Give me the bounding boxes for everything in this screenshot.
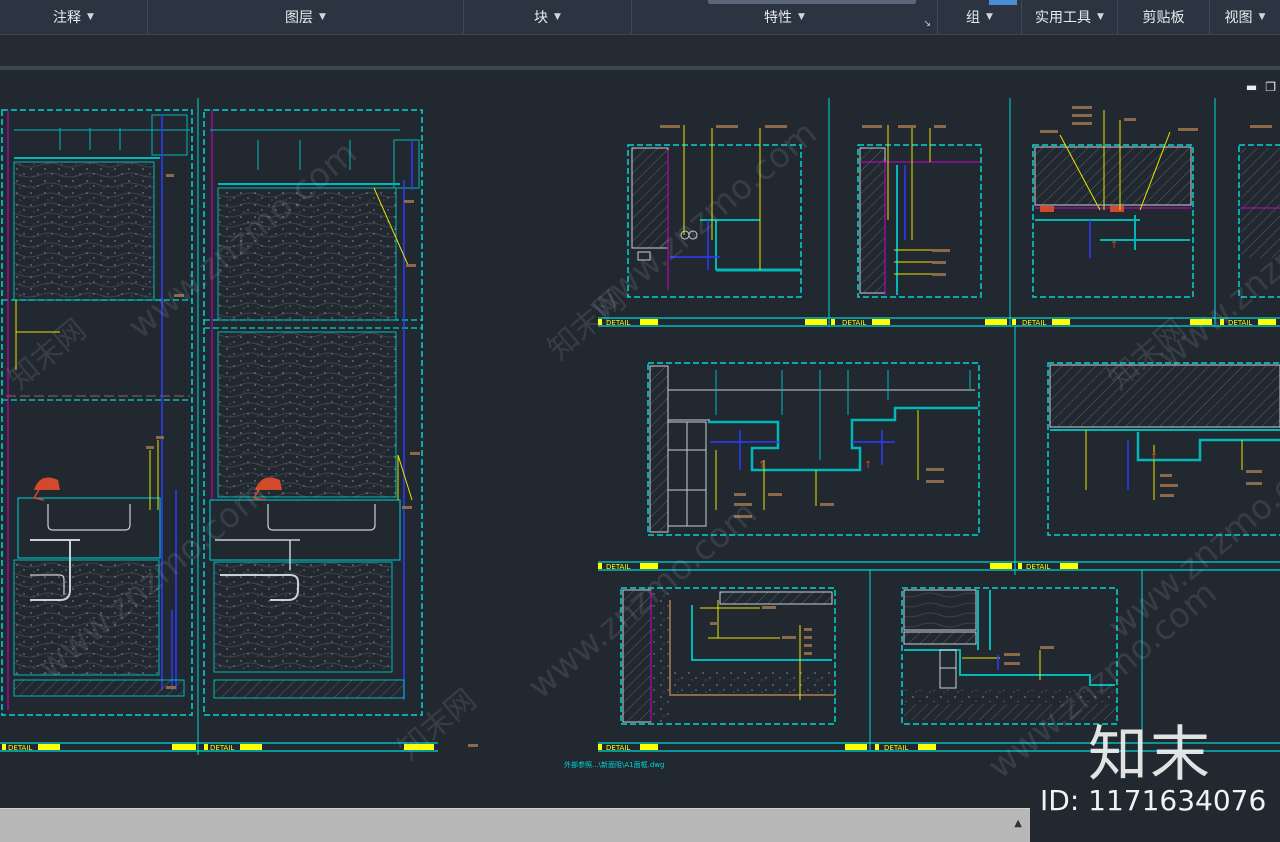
panel-groups[interactable]: 组 ▼ — [938, 0, 1022, 34]
command-line[interactable]: ▲ — [0, 808, 1030, 842]
brand-logo: 知末 — [1088, 720, 1212, 790]
panel-block-label: 块 — [534, 10, 549, 26]
svg-text:↑: ↑ — [758, 460, 766, 471]
panel-layers[interactable]: 图层 ▼ — [148, 0, 464, 34]
detail-label: DETAIL — [606, 563, 630, 571]
xref-path-text: 外部参照...\新面阻\A1面框.dwg — [564, 760, 664, 769]
svg-text:↑: ↑ — [864, 460, 872, 471]
panel-view[interactable]: 视图 ▼ — [1210, 0, 1280, 34]
chevron-down-icon: ▼ — [319, 12, 326, 22]
svg-text:↑: ↑ — [1110, 240, 1118, 251]
panel-properties-label: 特性 — [764, 10, 793, 26]
chevron-down-icon: ▼ — [1258, 12, 1266, 22]
brand-id: ID: 1171634076 — [1040, 784, 1267, 817]
detail-label: DETAIL — [842, 319, 866, 327]
panel-view-label: 视图 — [1224, 10, 1253, 26]
detail-label: DETAIL — [210, 744, 234, 752]
toolbar-gap — [0, 35, 1280, 66]
caret-up-icon[interactable]: ▲ — [1014, 818, 1022, 829]
chevron-down-icon: ▼ — [554, 12, 561, 22]
chevron-down-icon: ▼ — [798, 12, 805, 22]
panel-utilities[interactable]: 实用工具 ▼ — [1022, 0, 1118, 34]
detail-label: DETAIL — [606, 744, 630, 752]
panel-utilities-label: 实用工具 — [1035, 10, 1092, 26]
detail-label: DETAIL — [1026, 563, 1050, 571]
panel-annotate[interactable]: 注释 ▼ — [0, 0, 148, 34]
detail-label: DETAIL — [884, 744, 908, 752]
chevron-down-icon: ▼ — [87, 12, 94, 22]
panel-layers-label: 图层 — [285, 10, 314, 26]
panel-clipboard[interactable]: 剪贴板 — [1118, 0, 1210, 34]
panel-block[interactable]: 块 ▼ — [464, 0, 632, 34]
panel-groups-label: 组 — [966, 10, 981, 26]
panel-properties[interactable]: 特性 ▼ ↘ — [632, 0, 938, 34]
viewport-controls: ▬ ❐ — [1246, 80, 1276, 94]
chevron-down-icon: ▼ — [986, 12, 993, 22]
detail-label: DETAIL — [1022, 319, 1046, 327]
chevron-down-icon: ▼ — [1097, 12, 1104, 22]
restore-icon[interactable]: ❐ — [1265, 80, 1276, 94]
svg-text:↑: ↑ — [1150, 452, 1158, 463]
dialog-launcher-icon[interactable]: ↘ — [923, 19, 931, 29]
ribbon: 注释 ▼ 图层 ▼ 块 ▼ 特性 ▼ ↘ 组 ▼ 实用工具 ▼ 剪贴板 视图 ▼ — [0, 0, 1280, 35]
minimize-icon[interactable]: ▬ — [1246, 80, 1257, 94]
panel-annotate-label: 注释 — [53, 10, 82, 26]
detail-label: DETAIL — [8, 744, 32, 752]
panel-clipboard-label: 剪贴板 — [1142, 10, 1185, 26]
